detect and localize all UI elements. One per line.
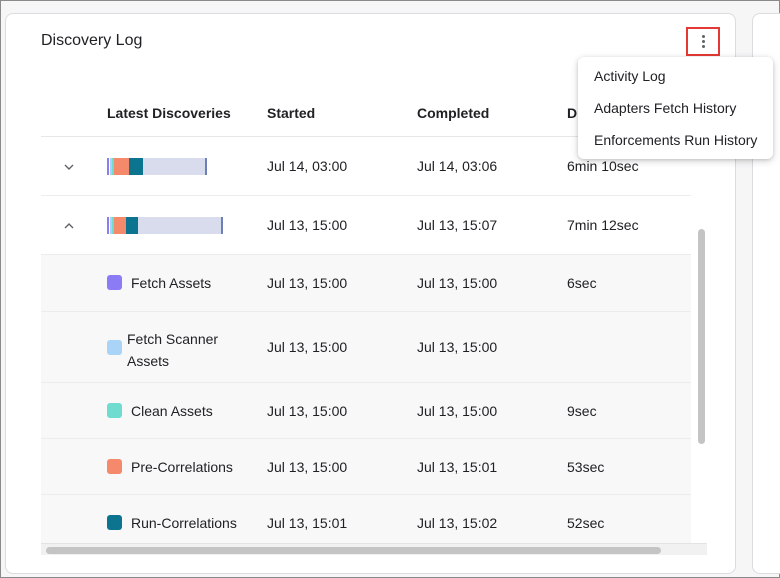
phase-color-swatch: [107, 515, 122, 530]
vertical-scrollbar[interactable]: [698, 229, 705, 444]
completed-value: Jul 13, 15:01: [417, 459, 498, 475]
started-value: Jul 13, 15:00: [267, 339, 348, 355]
column-header-completed[interactable]: Completed: [417, 105, 489, 121]
completed-value: Jul 13, 15:00: [417, 403, 498, 419]
phase-row-clean-assets: Clean Assets Jul 13, 15:00 Jul 13, 15:00…: [41, 383, 691, 439]
phase-name: Run-Correlations: [131, 515, 237, 531]
started-value: Jul 13, 15:00: [267, 403, 348, 419]
kebab-dot-icon: [701, 40, 705, 43]
duration-value: 6min 10sec: [567, 158, 639, 174]
completed-value: Jul 13, 15:00: [417, 339, 498, 355]
discovery-progress-bar: [107, 158, 207, 175]
started-value: Jul 13, 15:00: [267, 275, 348, 291]
duration-value: 53sec: [567, 459, 605, 475]
duration-value: 6sec: [567, 275, 597, 291]
phase-name-line: Fetch Scanner: [127, 331, 219, 347]
menu-item-adapters-fetch-history[interactable]: Adapters Fetch History: [594, 100, 736, 116]
phase-name: Pre-Correlations: [131, 459, 233, 475]
kebab-dot-icon: [701, 35, 705, 38]
menu-item-activity-log[interactable]: Activity Log: [594, 68, 666, 84]
started-value: Jul 13, 15:00: [267, 459, 348, 475]
phase-row-fetch-scanner-assets: Fetch Scanner Assets Jul 13, 15:00 Jul 1…: [41, 312, 691, 383]
more-options-button[interactable]: [686, 27, 720, 56]
phase-row-pre-correlations: Pre-Correlations Jul 13, 15:00 Jul 13, 1…: [41, 439, 691, 495]
phase-name: Fetch Scanner Assets: [127, 328, 218, 372]
duration-value: 9sec: [567, 403, 597, 419]
menu-item-enforcements-run-history[interactable]: Enforcements Run History: [594, 132, 757, 148]
completed-value: Jul 13, 15:07: [417, 217, 498, 233]
phase-name: Clean Assets: [131, 403, 213, 419]
started-value: Jul 13, 15:01: [267, 515, 348, 531]
completed-value: Jul 13, 15:00: [417, 275, 498, 291]
phase-row-fetch-assets: Fetch Assets Jul 13, 15:00 Jul 13, 15:00…: [41, 255, 691, 312]
started-value: Jul 13, 15:00: [267, 217, 348, 233]
started-value: Jul 14, 03:00: [267, 158, 348, 174]
phase-name-line: Assets: [127, 353, 170, 369]
duration-value: 52sec: [567, 515, 605, 531]
table-row[interactable]: Jul 13, 15:00 Jul 13, 15:07 7min 12sec: [41, 196, 691, 255]
options-menu: Activity Log Adapters Fetch History Enfo…: [578, 57, 773, 159]
phase-color-swatch: [107, 275, 122, 290]
completed-value: Jul 13, 15:02: [417, 515, 498, 531]
kebab-dot-icon: [701, 45, 705, 48]
chevron-up-icon[interactable]: [63, 220, 75, 232]
phase-color-swatch: [107, 403, 122, 418]
completed-value: Jul 14, 03:06: [417, 158, 498, 174]
column-header-duration[interactable]: D: [567, 105, 577, 121]
chevron-down-icon[interactable]: [63, 161, 75, 173]
discovery-progress-bar: [107, 217, 223, 234]
phase-color-swatch: [107, 340, 122, 355]
phase-name: Fetch Assets: [131, 275, 212, 291]
phase-color-swatch: [107, 459, 122, 474]
duration-value: 7min 12sec: [567, 217, 639, 233]
column-header-started[interactable]: Started: [267, 105, 315, 121]
horizontal-scrollbar[interactable]: [46, 547, 661, 554]
horizontal-scrollbar-track[interactable]: [41, 543, 707, 555]
card-title: Discovery Log: [41, 32, 143, 49]
column-header-latest-discoveries[interactable]: Latest Discoveries: [107, 105, 231, 121]
